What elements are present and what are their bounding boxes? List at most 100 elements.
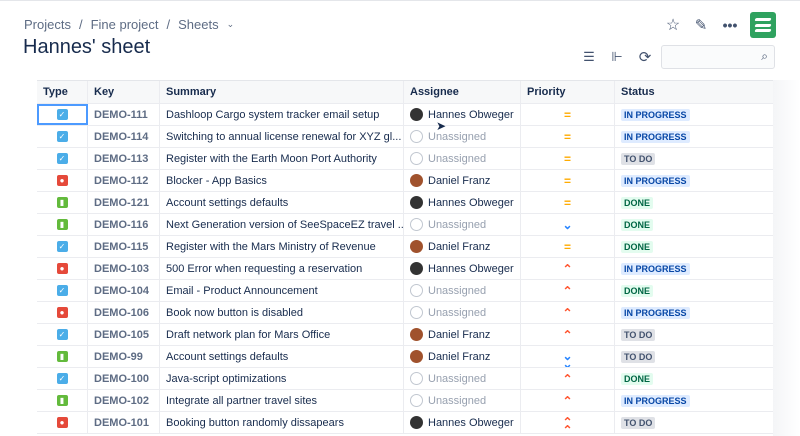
priority-cell[interactable]: ⌃ [521, 390, 615, 411]
refresh-icon[interactable]: ⟳ [636, 48, 654, 66]
table-row[interactable]: ✓ DEMO-100 Java-script optimizations Una… [37, 368, 773, 390]
status-badge[interactable]: TO DO [621, 416, 656, 429]
status-cell[interactable]: DONE [615, 214, 773, 235]
issue-key[interactable]: DEMO-101 [94, 417, 149, 429]
column-header-status[interactable]: Status [615, 81, 773, 103]
issue-key[interactable]: DEMO-100 [94, 373, 149, 385]
summary-cell[interactable]: Register with the Earth Moon Port Author… [160, 148, 404, 169]
status-cell[interactable]: IN PROGRESS [615, 258, 773, 279]
key-cell[interactable]: DEMO-114 [88, 126, 160, 147]
type-cell[interactable]: ▮ [37, 346, 88, 367]
status-cell[interactable]: DONE [615, 368, 773, 389]
table-row[interactable]: ✓ DEMO-113 Register with the Earth Moon … [37, 148, 773, 170]
type-cell[interactable]: ✓ [37, 368, 88, 389]
status-cell[interactable]: TO DO [615, 412, 773, 433]
summary-cell[interactable]: Dashloop Cargo system tracker email setu… [160, 104, 404, 125]
column-header-type[interactable]: Type [37, 81, 88, 103]
key-cell[interactable]: DEMO-116 [88, 214, 160, 235]
type-cell[interactable]: ✓ [37, 104, 88, 125]
type-cell[interactable]: ▮ [37, 214, 88, 235]
priority-cell[interactable]: = [521, 192, 615, 213]
status-cell[interactable]: TO DO [615, 346, 773, 367]
summary-cell[interactable]: Booking button randomly dissapears [160, 412, 404, 433]
priority-cell[interactable]: ⌃ [521, 302, 615, 323]
status-cell[interactable]: IN PROGRESS [615, 104, 773, 125]
table-row[interactable]: ▮ DEMO-116 Next Generation version of Se… [37, 214, 773, 236]
status-cell[interactable]: IN PROGRESS [615, 302, 773, 323]
summary-cell[interactable]: Java-script optimizations [160, 368, 404, 389]
status-badge[interactable]: DONE [621, 372, 654, 385]
summary-cell[interactable]: Book now button is disabled [160, 302, 404, 323]
status-cell[interactable]: IN PROGRESS [615, 126, 773, 147]
status-badge[interactable]: DONE [621, 284, 654, 297]
issue-key[interactable]: DEMO-105 [94, 329, 149, 341]
type-cell[interactable]: ✓ [37, 236, 88, 257]
key-cell[interactable]: DEMO-101 [88, 412, 160, 433]
assignee-cell[interactable]: Unassigned [404, 368, 521, 389]
assignee-cell[interactable]: Unassigned [404, 126, 521, 147]
column-header-priority[interactable]: Priority [521, 81, 615, 103]
issue-key[interactable]: DEMO-114 [94, 131, 148, 143]
key-cell[interactable]: DEMO-99 [88, 346, 160, 367]
table-row[interactable]: ● DEMO-112 Blocker - App Basics Daniel F… [37, 170, 773, 192]
status-cell[interactable]: TO DO [615, 148, 773, 169]
breadcrumb-project[interactable]: Fine project [91, 17, 159, 32]
type-cell[interactable]: ● [37, 170, 88, 191]
table-row[interactable]: ✓ DEMO-111 Dashloop Cargo system tracker… [37, 104, 773, 126]
key-cell[interactable]: DEMO-100 [88, 368, 160, 389]
priority-cell[interactable]: ⌄ [521, 214, 615, 235]
table-row[interactable]: ✓ DEMO-114 Switching to annual license r… [37, 126, 773, 148]
status-cell[interactable]: DONE [615, 192, 773, 213]
priority-cell[interactable]: ⌃ [521, 368, 615, 389]
priority-cell[interactable]: ⌃ [521, 258, 615, 279]
status-badge[interactable]: TO DO [621, 350, 656, 363]
summary-cell[interactable]: Integrate all partner travel sites [160, 390, 404, 411]
type-cell[interactable]: ● [37, 258, 88, 279]
status-cell[interactable]: IN PROGRESS [615, 170, 773, 191]
column-header-key[interactable]: Key [88, 81, 160, 103]
assignee-cell[interactable]: Unassigned [404, 302, 521, 323]
status-cell[interactable]: DONE [615, 280, 773, 301]
expand-list-icon[interactable]: ☰ [580, 48, 598, 66]
hierarchy-icon[interactable]: ⊩ [608, 48, 626, 66]
type-cell[interactable]: ✓ [37, 280, 88, 301]
issue-key[interactable]: DEMO-99 [94, 351, 143, 363]
column-header-summary[interactable]: Summary [160, 81, 404, 103]
summary-cell[interactable]: Switching to annual license renewal for … [160, 126, 404, 147]
column-header-assignee[interactable]: Assignee [404, 81, 521, 103]
more-icon[interactable]: ••• [720, 16, 740, 34]
app-logo[interactable] [750, 12, 776, 38]
key-cell[interactable]: DEMO-115 [88, 236, 160, 257]
key-cell[interactable]: DEMO-111 [88, 104, 160, 125]
table-row[interactable]: ✓ DEMO-115 Register with the Mars Minist… [37, 236, 773, 258]
issue-key[interactable]: DEMO-116 [94, 219, 148, 231]
search-input[interactable]: ⌕ [661, 45, 775, 69]
table-row[interactable]: ● DEMO-101 Booking button randomly dissa… [37, 412, 773, 434]
key-cell[interactable]: DEMO-104 [88, 280, 160, 301]
status-cell[interactable]: TO DO [615, 324, 773, 345]
assignee-cell[interactable]: Hannes Obweger [404, 192, 521, 213]
type-cell[interactable]: ✓ [37, 148, 88, 169]
priority-cell[interactable]: ⌃ [521, 324, 615, 345]
status-badge[interactable]: TO DO [621, 152, 656, 165]
issue-key[interactable]: DEMO-113 [94, 153, 148, 165]
breadcrumb-projects[interactable]: Projects [24, 17, 71, 32]
priority-cell[interactable]: = [521, 236, 615, 257]
status-cell[interactable]: IN PROGRESS [615, 390, 773, 411]
type-cell[interactable]: ▮ [37, 390, 88, 411]
status-badge[interactable]: IN PROGRESS [621, 108, 690, 121]
key-cell[interactable]: DEMO-121 [88, 192, 160, 213]
status-badge[interactable]: DONE [621, 240, 654, 253]
key-cell[interactable]: DEMO-103 [88, 258, 160, 279]
summary-cell[interactable]: 500 Error when requesting a reservation [160, 258, 404, 279]
priority-cell[interactable]: ⌃⌃ [521, 412, 615, 433]
key-cell[interactable]: DEMO-112 [88, 170, 160, 191]
status-badge[interactable]: TO DO [621, 328, 656, 341]
type-cell[interactable]: ✓ [37, 126, 88, 147]
assignee-cell[interactable]: Daniel Franz [404, 346, 521, 367]
key-cell[interactable]: DEMO-113 [88, 148, 160, 169]
status-badge[interactable]: IN PROGRESS [621, 394, 690, 407]
status-badge[interactable]: DONE [621, 196, 654, 209]
issue-key[interactable]: DEMO-112 [94, 175, 148, 187]
chevron-down-icon[interactable]: ⌄ [227, 19, 235, 30]
